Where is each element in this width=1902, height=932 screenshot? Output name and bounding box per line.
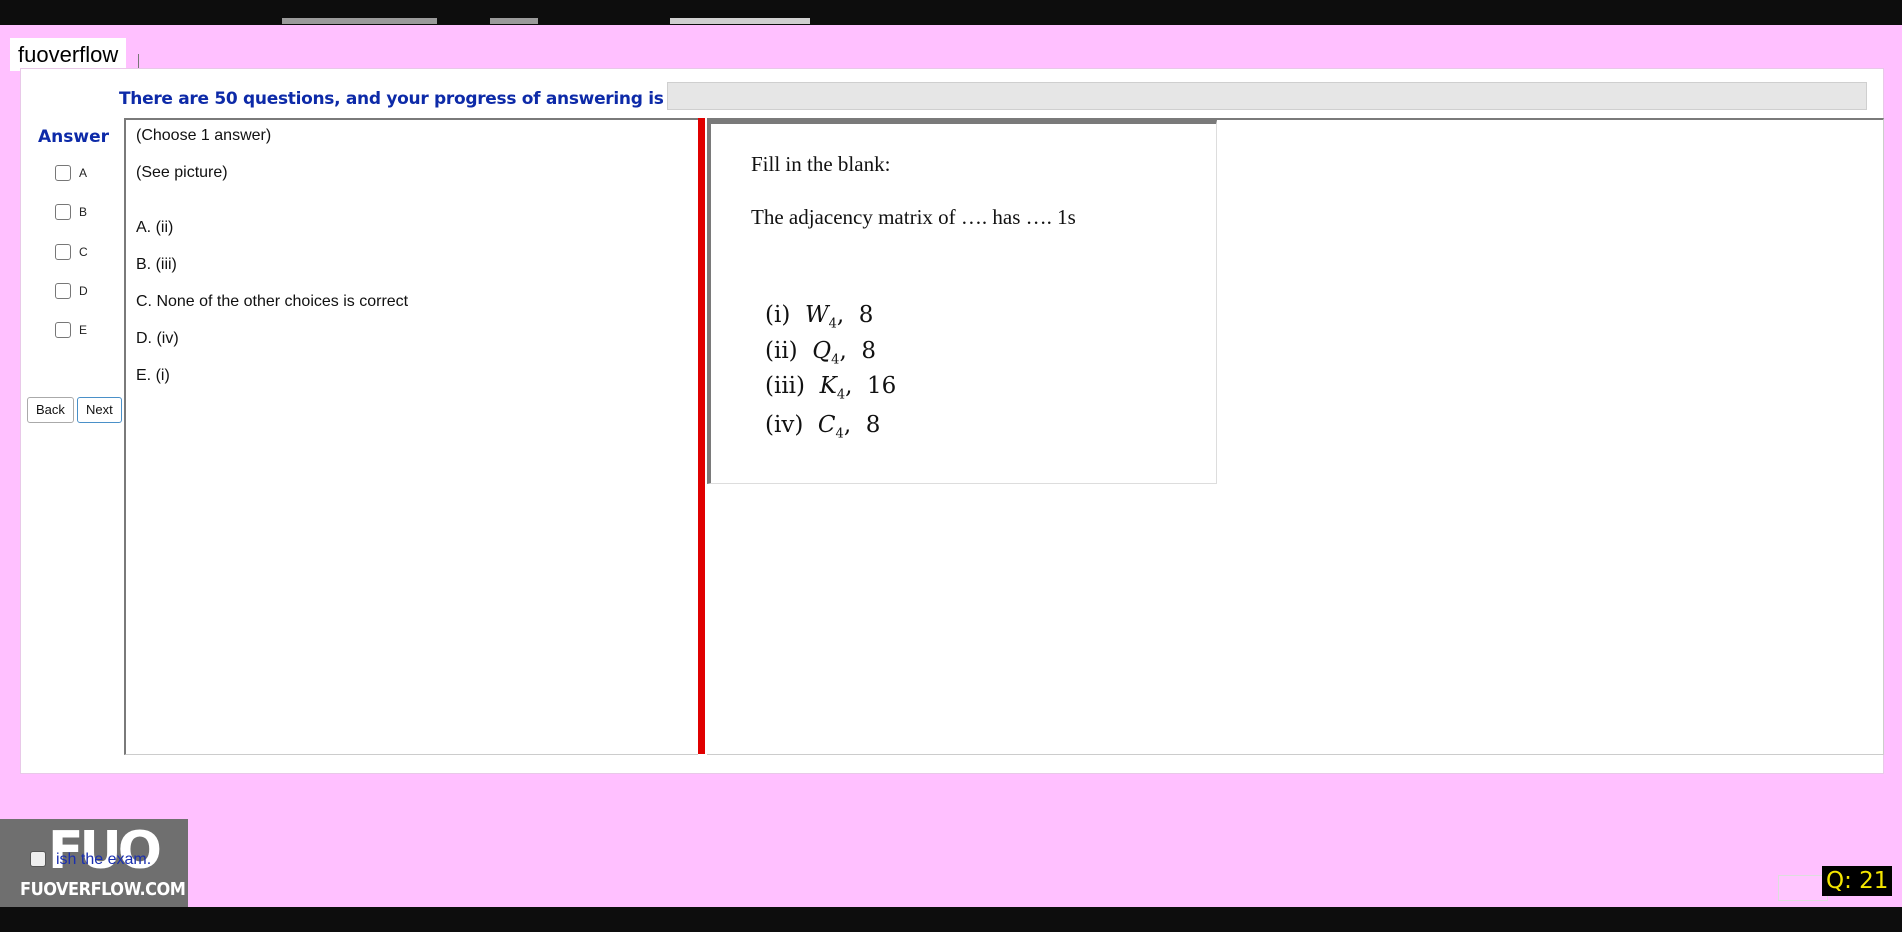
choice-e: E. (i): [136, 367, 170, 384]
picture-area: Fill in the blank: The adjacency matrix …: [707, 118, 1884, 755]
figure-item: (i) W4, 8: [765, 302, 874, 332]
top-bar-fragment: [490, 18, 538, 24]
item-number: (ii): [765, 338, 798, 364]
question-badge: Q: 21: [1822, 866, 1893, 896]
question-picture: Fill in the blank: The adjacency matrix …: [707, 120, 1217, 484]
exam-panel: There are 50 questions, and your progres…: [20, 68, 1884, 774]
item-subscript: 4: [835, 426, 844, 442]
choice-a: A. (ii): [136, 219, 174, 236]
item-number: (iv): [765, 412, 804, 438]
choice-d: D. (iv): [136, 330, 179, 347]
question-instruction: (Choose 1 answer): [136, 127, 272, 144]
figure-item: (iii) K4, 16: [765, 373, 897, 403]
question-number-input[interactable]: [1778, 875, 1828, 901]
item-graph: K: [819, 373, 837, 399]
figure-item: (iv) C4, 8: [765, 412, 881, 442]
answer-option-c[interactable]: C: [55, 244, 88, 260]
item-number: (iii): [765, 373, 806, 399]
progress-text: There are 50 questions, and your progres…: [119, 89, 664, 109]
item-value: 8: [861, 338, 877, 364]
checkbox[interactable]: [55, 244, 71, 260]
checkbox[interactable]: [55, 165, 71, 181]
item-subscript: 4: [828, 316, 837, 332]
figure-heading: Fill in the blank:: [751, 152, 891, 176]
item-value: 8: [858, 302, 874, 328]
option-letter: E: [79, 323, 88, 337]
watermark-label: fuoverflow: [10, 38, 127, 71]
answer-option-e[interactable]: E: [55, 322, 87, 338]
top-bar: [0, 0, 1902, 25]
top-bar-fragment: [282, 18, 437, 24]
item-number: (i): [765, 302, 791, 328]
item-graph: W: [804, 302, 829, 328]
option-letter: D: [79, 284, 88, 298]
choice-c: C. None of the other choices is correct: [136, 293, 409, 310]
logo-text: FUOVERFLOW.COM: [20, 879, 186, 900]
back-button[interactable]: Back: [27, 397, 74, 423]
answer-option-d[interactable]: D: [55, 283, 88, 299]
item-graph: C: [817, 412, 836, 438]
item-subscript: 4: [831, 352, 840, 368]
option-letter: C: [79, 245, 88, 259]
option-letter: B: [79, 205, 88, 219]
item-value: 8: [865, 412, 881, 438]
option-letter: A: [79, 166, 88, 180]
checkbox[interactable]: [55, 283, 71, 299]
question-text-area: (Choose 1 answer) (See picture) A. (ii) …: [124, 118, 698, 755]
checkbox[interactable]: [55, 204, 71, 220]
item-subscript: 4: [836, 387, 846, 403]
finish-exam-checkbox[interactable]: [30, 851, 46, 867]
checkbox[interactable]: [55, 322, 71, 338]
item-graph: Q: [812, 338, 832, 364]
choice-b: B. (iii): [136, 256, 177, 273]
figure-statement: The adjacency matrix of …. has …. 1s: [751, 205, 1076, 229]
bottom-bar: [0, 907, 1902, 932]
text-caret: [138, 54, 139, 68]
answer-option-b[interactable]: B: [55, 204, 87, 220]
finish-exam-label: ish the exam.: [56, 851, 152, 868]
figure-item: (ii) Q4, 8: [765, 338, 877, 368]
item-value: 16: [867, 373, 897, 399]
progress-bar: [667, 82, 1867, 110]
answer-option-a[interactable]: A: [55, 165, 87, 181]
pane-divider[interactable]: [698, 118, 705, 754]
question-note: (See picture): [136, 164, 228, 181]
top-bar-fragment: [670, 18, 810, 24]
answer-label: Answer: [38, 127, 109, 147]
next-button[interactable]: Next: [77, 397, 122, 423]
